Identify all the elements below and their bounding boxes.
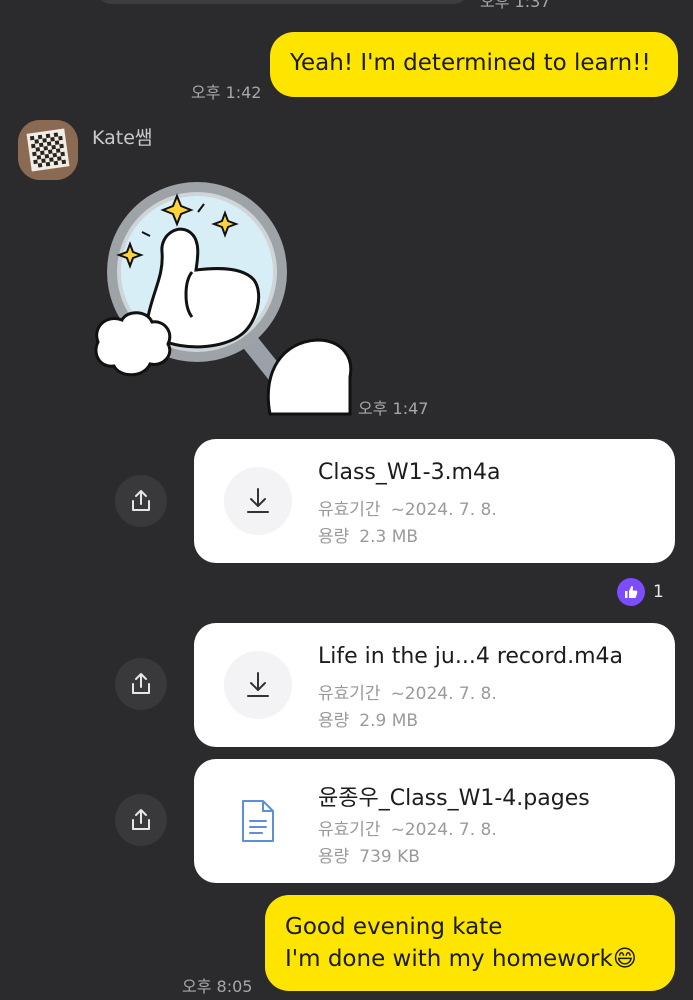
document-icon xyxy=(242,800,274,842)
file-expiry: 유효기간 ~2024. 7. 8. xyxy=(318,684,497,704)
download-button[interactable] xyxy=(224,467,292,535)
download-icon xyxy=(247,672,269,697)
message-line: Good evening kate xyxy=(285,914,503,940)
thumbs-up-icon xyxy=(617,578,645,606)
share-button[interactable] xyxy=(115,475,167,527)
message-line: I'm done with my homework😄 xyxy=(285,946,637,972)
share-button[interactable] xyxy=(115,658,167,710)
sender-name: Kate쌤 xyxy=(92,127,153,149)
message-time: 오후 8:05 xyxy=(182,977,253,996)
my-message-bubble[interactable]: Yeah! I'm determined to learn!! xyxy=(270,32,678,97)
message-text: Yeah! I'm determined to learn!! xyxy=(290,50,651,76)
file-message-card[interactable]: Life in the ju...4 record.m4a 유효기간 ~2024.… xyxy=(194,623,675,747)
previous-message-bubble[interactable] xyxy=(95,0,470,4)
share-icon xyxy=(132,809,150,830)
magnifier-thumbs-up-sticker[interactable] xyxy=(92,182,362,417)
file-name: Class_W1-3.m4a xyxy=(318,460,501,485)
file-size: 용량 2.9 MB xyxy=(318,711,419,731)
avatar[interactable] xyxy=(18,120,78,180)
previous-message-time: 오후 1:37 xyxy=(480,0,551,11)
download-button[interactable] xyxy=(224,651,292,719)
file-expiry: 유효기간 ~2024. 7. 8. xyxy=(318,500,497,520)
file-size: 용량 2.3 MB xyxy=(318,527,419,547)
file-name: Life in the ju...4 record.m4a xyxy=(318,644,623,669)
open-file-button[interactable] xyxy=(224,787,292,855)
reaction-count: 1 xyxy=(653,582,664,602)
file-message-card[interactable]: Class_W1-3.m4a 유효기간 ~2024. 7. 8. 용량 2.3 MB xyxy=(194,439,675,563)
sticker-time: 오후 1:47 xyxy=(358,399,429,418)
share-icon xyxy=(132,490,150,511)
download-icon xyxy=(247,488,269,513)
message-time: 오후 1:42 xyxy=(191,83,262,102)
my-message-bubble[interactable]: Good evening kate I'm done with my homew… xyxy=(265,895,675,991)
share-button[interactable] xyxy=(115,794,167,846)
file-name: 윤종우_Class_W1-4.pages xyxy=(318,786,590,811)
reaction-badge[interactable]: 1 xyxy=(617,577,664,607)
file-expiry: 유효기간 ~2024. 7. 8. xyxy=(318,820,497,840)
file-size: 용량 739 KB xyxy=(318,847,420,867)
share-icon xyxy=(132,673,150,694)
file-message-card[interactable]: 윤종우_Class_W1-4.pages 유효기간 ~2024. 7. 8. 용량… xyxy=(194,759,675,883)
